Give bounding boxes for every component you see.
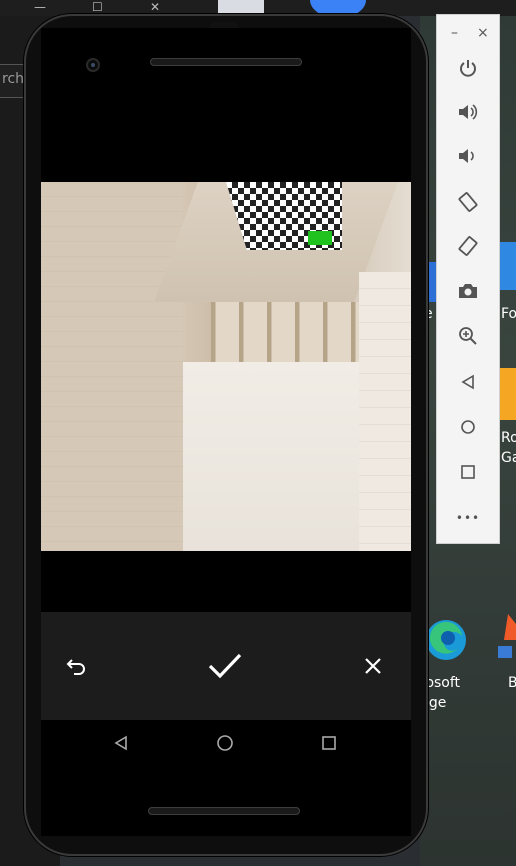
- room-shelf: [211, 302, 381, 362]
- volume-up-icon: [459, 104, 478, 120]
- desktop-search-text: rch: [2, 71, 25, 87]
- power-icon: [460, 60, 476, 77]
- toolbar-back-button[interactable]: [453, 367, 483, 397]
- toolbar-close-button[interactable]: ×: [477, 25, 489, 41]
- desktop-shortcut-label: Ga: [501, 450, 516, 466]
- desktop-shortcut-icon[interactable]: [500, 368, 516, 420]
- volume-down-button[interactable]: [453, 141, 483, 171]
- circle-home-icon: [461, 420, 475, 434]
- desktop-shortcut-icon[interactable]: [500, 242, 516, 290]
- photo-preview: [41, 182, 411, 551]
- toolbar-overview-button[interactable]: [453, 457, 483, 487]
- front-camera: [86, 58, 100, 72]
- close-icon: [365, 658, 381, 674]
- retake-button[interactable]: [47, 612, 107, 720]
- check-icon: [208, 653, 242, 679]
- toolbar-home-button[interactable]: [453, 412, 483, 442]
- emulator-toolbar: – × •••: [436, 14, 500, 544]
- desktop-shortcut-icon[interactable]: [498, 610, 516, 660]
- nav-home-button[interactable]: [210, 728, 240, 758]
- volume-down-icon: [459, 149, 474, 163]
- room-right-wall: [359, 272, 411, 551]
- nav-recents-button[interactable]: [314, 728, 344, 758]
- undo-arrow-icon: [66, 659, 85, 675]
- rotate-right-icon: [458, 236, 478, 256]
- earpiece-speaker: [150, 58, 302, 66]
- window-minimize-control[interactable]: —: [34, 0, 46, 14]
- nav-back-button[interactable]: [106, 728, 136, 758]
- square-recents-icon: [461, 465, 475, 479]
- power-button[interactable]: [453, 53, 483, 83]
- cancel-button[interactable]: [343, 612, 403, 720]
- more-button[interactable]: •••: [453, 503, 483, 533]
- screenshot-button[interactable]: [453, 276, 483, 306]
- window-close-control[interactable]: ✕: [150, 0, 160, 14]
- confirm-button[interactable]: [195, 612, 255, 720]
- rotate-left-icon: [458, 192, 478, 212]
- toolbar-minimize-button[interactable]: –: [451, 25, 458, 41]
- room-wall: [41, 182, 183, 551]
- desktop-shortcut-label: B: [508, 675, 516, 691]
- triangle-back-icon: [461, 374, 474, 390]
- rotate-left-button[interactable]: [453, 187, 483, 217]
- green-marker: [308, 231, 332, 245]
- desktop-shortcut-label: Fo: [501, 306, 516, 322]
- android-nav-bar: [41, 720, 411, 766]
- bottom-speaker: [148, 807, 300, 815]
- rotate-right-button[interactable]: [453, 231, 483, 261]
- review-action-bar: [41, 612, 411, 720]
- triangle-back-icon: [114, 735, 127, 751]
- circle-home-icon: [217, 735, 233, 751]
- volume-up-button[interactable]: [453, 97, 483, 127]
- desktop-shortcut-label: Ro: [501, 430, 516, 446]
- room-floor: [183, 362, 373, 551]
- zoom-button[interactable]: [453, 321, 483, 351]
- zoom-in-icon: [459, 327, 477, 345]
- square-recents-icon: [322, 736, 336, 750]
- window-maximize-control[interactable]: ☐: [92, 0, 103, 14]
- camera-icon: [459, 284, 477, 298]
